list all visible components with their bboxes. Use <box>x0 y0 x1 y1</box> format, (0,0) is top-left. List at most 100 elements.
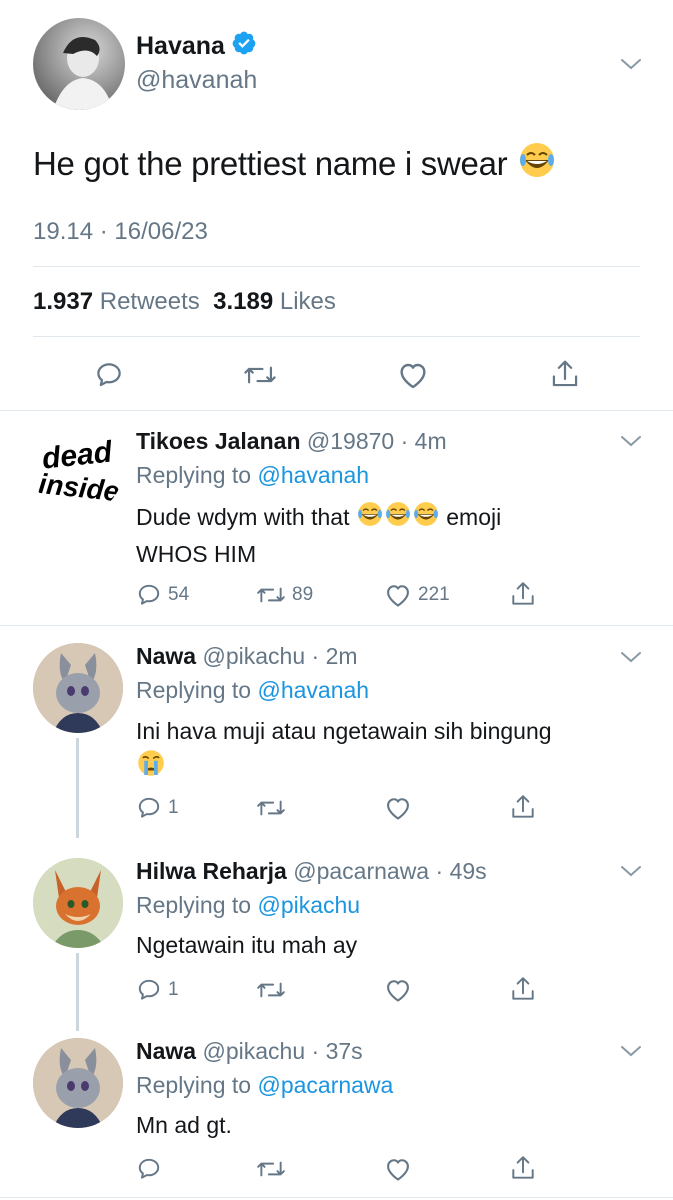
author-handle[interactable]: @pacarnawa <box>293 858 429 884</box>
replying-prefix: Replying to <box>136 462 252 488</box>
reply-icon <box>97 363 121 387</box>
author-handle[interactable]: @havanah <box>136 66 257 95</box>
reply-count: 1 <box>168 979 179 1000</box>
reply-text-part: Dude wdym with that <box>136 504 350 530</box>
avatar-text: inside <box>37 468 121 507</box>
reply-text: Ini hava muji atau ngetawain sih bingung <box>136 714 636 787</box>
verified-badge-icon <box>231 30 257 63</box>
author-name[interactable]: Tikoes Jalanan <box>136 428 301 454</box>
reply-text: Ngetawain itu mah ay <box>136 928 636 962</box>
heart-icon <box>387 585 409 607</box>
likes-count[interactable]: 3.189 <box>213 288 273 315</box>
crying-emoji-icon <box>136 748 166 787</box>
reply-icon <box>138 797 160 818</box>
replying-to: Replying to @havanah <box>136 677 369 704</box>
chevron-down-icon[interactable] <box>618 55 644 73</box>
author-handle[interactable]: @pikachu <box>202 1038 305 1064</box>
reply-button[interactable]: 1 <box>136 795 179 821</box>
replying-prefix: Replying to <box>136 892 252 918</box>
avatar[interactable] <box>33 1038 123 1128</box>
divider <box>0 1197 673 1198</box>
reply-button[interactable]: 1 <box>136 977 179 1003</box>
like-button[interactable] <box>384 977 412 1003</box>
replying-prefix: Replying to <box>136 1072 252 1098</box>
avatar[interactable] <box>33 643 123 733</box>
reply-time[interactable]: 2m <box>326 643 358 669</box>
retweet-button[interactable] <box>256 977 286 1003</box>
avatar[interactable] <box>33 858 123 948</box>
share-icon <box>512 795 534 818</box>
share-button[interactable] <box>510 1154 536 1182</box>
replying-to-link[interactable]: @havanah <box>257 462 369 488</box>
reply-header: Nawa @pikachu · 37s <box>136 1038 363 1064</box>
replying-to: Replying to @pikachu <box>136 892 360 919</box>
reply-text-part: emoji <box>446 504 502 530</box>
timestamp[interactable]: 19.14 · 16/06/23 <box>33 218 208 246</box>
like-button[interactable] <box>384 1156 412 1182</box>
avatar[interactable] <box>33 18 125 110</box>
like-button[interactable] <box>397 360 429 390</box>
share-button[interactable] <box>510 580 536 608</box>
chevron-down-icon[interactable] <box>618 648 644 666</box>
likes-label[interactable]: Likes <box>280 288 336 315</box>
retweet-icon <box>257 982 285 998</box>
retweet-button[interactable]: 89 <box>256 582 313 608</box>
divider <box>0 410 673 411</box>
like-button[interactable] <box>384 795 412 821</box>
chevron-down-icon[interactable] <box>618 1042 644 1060</box>
thread-line <box>76 953 79 1031</box>
author-handle[interactable]: @19870 <box>307 428 394 454</box>
chevron-down-icon[interactable] <box>618 432 644 450</box>
reply-time[interactable]: 49s <box>450 858 487 884</box>
share-icon <box>552 360 578 387</box>
reply-text: Mn ad gt. <box>136 1108 636 1142</box>
reply-text-part: Ini hava muji atau ngetawain sih bingung <box>136 718 552 744</box>
reply-text-part: WHOS HIM <box>136 541 257 568</box>
reply-count: 1 <box>168 797 179 818</box>
tweet-body: He got the prettiest name i swear <box>33 145 508 182</box>
reply-text: Dude wdym with that emoji WHOS HIM <box>136 500 636 571</box>
retweets-label[interactable]: Retweets <box>100 288 200 315</box>
avatar[interactable]: dead inside <box>33 425 123 515</box>
retweet-icon <box>257 587 285 603</box>
reply-button[interactable] <box>136 1156 162 1182</box>
divider <box>33 336 640 337</box>
author-name[interactable]: Havana <box>136 30 257 63</box>
author-name[interactable]: Nawa <box>136 1038 196 1064</box>
joy-emoji-icon <box>356 500 384 537</box>
share-button[interactable] <box>510 793 536 821</box>
retweets-count[interactable]: 1.937 <box>33 288 93 315</box>
share-button[interactable] <box>550 358 580 390</box>
like-button[interactable]: 221 <box>384 582 450 608</box>
reply-icon <box>138 584 160 605</box>
share-icon <box>512 1156 534 1179</box>
reply-icon <box>138 1158 160 1179</box>
thread-line <box>76 738 79 838</box>
share-icon <box>512 582 534 605</box>
retweet-button[interactable] <box>256 795 286 821</box>
share-button[interactable] <box>510 975 536 1003</box>
retweet-button[interactable] <box>256 1156 286 1182</box>
reply-icon <box>138 979 160 1000</box>
replying-to-link[interactable]: @havanah <box>257 677 369 703</box>
reply-button[interactable]: 54 <box>136 582 189 608</box>
reply-button[interactable] <box>94 360 124 390</box>
chevron-down-icon[interactable] <box>618 862 644 880</box>
reply-time[interactable]: 37s <box>326 1038 363 1064</box>
replying-to-link[interactable]: @pikachu <box>257 892 360 918</box>
reply-time[interactable]: 4m <box>415 428 447 454</box>
author-name[interactable]: Nawa <box>136 643 196 669</box>
retweet-icon <box>244 366 276 384</box>
tweet-text: He got the prettiest name i swear <box>33 140 557 188</box>
heart-icon <box>387 798 409 820</box>
retweet-button[interactable] <box>243 360 277 390</box>
replying-to: Replying to @havanah <box>136 462 369 489</box>
author-name[interactable]: Hilwa Reharja <box>136 858 287 884</box>
replying-to-link[interactable]: @pacarnawa <box>257 1072 393 1098</box>
retweet-icon <box>257 1161 285 1177</box>
retweet-icon <box>257 800 285 816</box>
author-handle[interactable]: @pikachu <box>202 643 305 669</box>
tweet-stats: 1.937 Retweets 3.189 Likes <box>33 288 336 316</box>
replying-prefix: Replying to <box>136 677 252 703</box>
replying-to: Replying to @pacarnawa <box>136 1072 393 1099</box>
